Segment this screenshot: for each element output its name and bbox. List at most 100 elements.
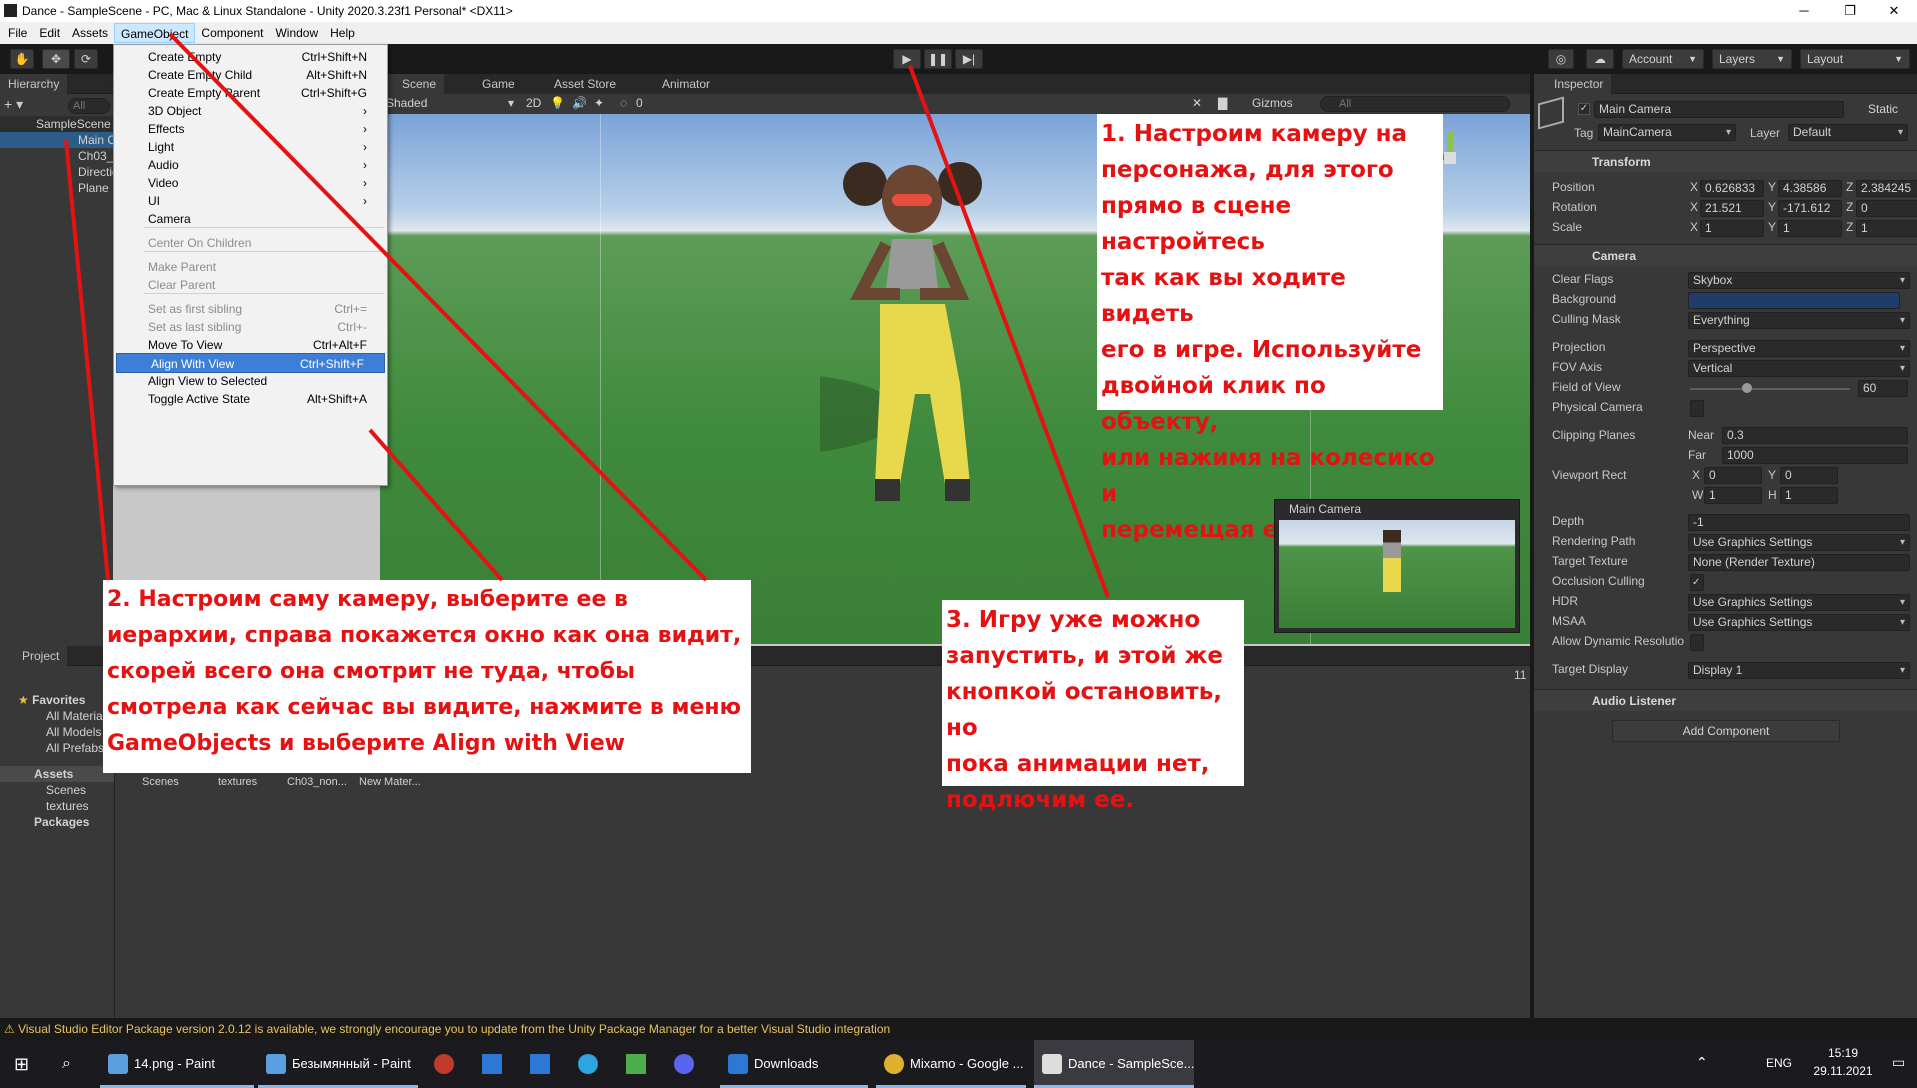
audio-icon[interactable]: 🔊 bbox=[572, 96, 587, 110]
language-indicator[interactable]: ENG bbox=[1766, 1056, 1792, 1070]
menu-item-move-to-view[interactable]: Move To View Ctrl+Alt+F bbox=[114, 335, 387, 355]
hierarchy-item-plane[interactable]: Plane bbox=[0, 180, 113, 196]
add-component-button[interactable]: Add Component bbox=[1612, 720, 1840, 742]
taskbar-paint-1[interactable]: 14.png - Paint bbox=[100, 1040, 254, 1088]
transform-x-field[interactable]: 21.521 bbox=[1700, 200, 1764, 217]
transform-x-field[interactable]: 0.626833 bbox=[1700, 180, 1764, 197]
taskbar-downloads[interactable]: Downloads bbox=[720, 1040, 868, 1088]
tab-inspector[interactable]: Inspector bbox=[1534, 74, 1612, 94]
transform-z-field[interactable]: 0 bbox=[1856, 200, 1917, 217]
gizmos-dropdown[interactable]: Gizmos bbox=[1252, 96, 1293, 110]
viewport-x-field[interactable]: 0 bbox=[1704, 467, 1762, 484]
menu-item-light[interactable]: Light › bbox=[114, 137, 387, 157]
tray-chevron-icon[interactable]: ⌃ bbox=[1696, 1054, 1708, 1071]
tab-animator[interactable]: Animator bbox=[640, 74, 718, 94]
asset-item[interactable]: Ch03_non... bbox=[287, 776, 347, 788]
fov-slider-handle[interactable] bbox=[1742, 383, 1752, 393]
menu-item-audio[interactable]: Audio › bbox=[114, 155, 387, 175]
tab-project[interactable]: Project bbox=[0, 646, 68, 666]
asset-item[interactable]: Scenes bbox=[142, 776, 179, 788]
menu-item-align-view-to-selected[interactable]: Align View to Selected bbox=[114, 371, 387, 391]
shading-dropdown[interactable]: Shaded bbox=[386, 96, 427, 110]
menu-item-toggle-active-state[interactable]: Toggle Active State Alt+Shift+A bbox=[114, 389, 387, 409]
app-icon[interactable] bbox=[434, 1054, 454, 1074]
hidden-objects-icon[interactable]: ◌ bbox=[620, 96, 627, 110]
camera-header[interactable]: Camera bbox=[1534, 244, 1917, 266]
camera-prop-field[interactable] bbox=[1690, 634, 1704, 651]
menu-component[interactable]: Component bbox=[195, 23, 269, 43]
camera-prop-field[interactable]: 60 bbox=[1858, 380, 1908, 397]
tools-icon[interactable]: ✕ bbox=[1192, 96, 1202, 110]
hierarchy-search-input[interactable]: All bbox=[68, 98, 110, 114]
rotate-tool-icon[interactable]: ⟳ bbox=[74, 49, 98, 69]
hierarchy-item-scene[interactable]: SampleScene bbox=[0, 116, 113, 132]
taskbar-paint-2[interactable]: Безымянный - Paint bbox=[258, 1040, 418, 1088]
effects-icon[interactable]: ✦ bbox=[594, 96, 604, 110]
far-field[interactable]: 1000 bbox=[1722, 447, 1908, 464]
search-icon[interactable]: ⌕ bbox=[62, 1054, 82, 1074]
camera-prop-field[interactable]: Skybox bbox=[1688, 272, 1910, 289]
camera-icon[interactable]: ▇ bbox=[1218, 96, 1227, 110]
static-toggle[interactable]: Static bbox=[1868, 102, 1898, 116]
cloud-icon[interactable]: ☁ bbox=[1586, 49, 1614, 69]
hierarchy-item-light[interactable]: Directional Light bbox=[0, 164, 164, 180]
app-icon[interactable] bbox=[482, 1054, 502, 1074]
camera-prop-field[interactable]: Use Graphics Settings bbox=[1688, 614, 1910, 631]
fov-slider[interactable] bbox=[1690, 388, 1850, 390]
menu-gameobject[interactable]: GameObject bbox=[114, 23, 196, 43]
telegram-icon[interactable] bbox=[578, 1054, 598, 1074]
menu-item-effects[interactable]: Effects › bbox=[114, 119, 387, 139]
close-icon[interactable]: ✕ bbox=[1871, 0, 1917, 22]
step-button[interactable]: ▶| bbox=[955, 49, 983, 69]
transform-y-field[interactable]: 1 bbox=[1778, 220, 1842, 237]
move-tool-icon[interactable]: ✥ bbox=[42, 49, 70, 69]
viewport-w-field[interactable]: 1 bbox=[1704, 487, 1762, 504]
scene-search-input[interactable]: All bbox=[1320, 96, 1510, 112]
tree-item[interactable]: All Prefabs bbox=[0, 740, 114, 756]
add-icon[interactable]: + ▾ bbox=[4, 96, 34, 114]
hand-tool-icon[interactable]: ✋ bbox=[10, 49, 34, 69]
object-name-field[interactable]: Main Camera bbox=[1594, 101, 1844, 118]
tree-item[interactable]: Scenes bbox=[0, 782, 114, 798]
camera-prop-field[interactable]: None (Render Texture) bbox=[1688, 554, 1910, 571]
audio-listener-header[interactable]: Audio Listener bbox=[1534, 689, 1917, 711]
camera-prop-field[interactable]: -1 bbox=[1688, 514, 1910, 531]
menu-window[interactable]: Window bbox=[269, 23, 324, 43]
layers-dropdown[interactable]: Layers ▼ bbox=[1712, 49, 1792, 69]
menu-help[interactable]: Help bbox=[324, 23, 361, 43]
character-model[interactable] bbox=[820, 144, 1020, 514]
discord-icon[interactable] bbox=[674, 1054, 694, 1074]
notepad-icon[interactable] bbox=[626, 1054, 646, 1074]
camera-prop-field[interactable]: Vertical bbox=[1688, 360, 1910, 377]
camera-prop-field[interactable]: Use Graphics Settings bbox=[1688, 594, 1910, 611]
tree-packages[interactable]: Packages bbox=[0, 814, 114, 830]
menu-item-create-empty-child[interactable]: Create Empty Child Alt+Shift+N bbox=[114, 65, 387, 85]
windows-start-icon[interactable]: ⊞ bbox=[14, 1054, 34, 1074]
menu-item-create-empty[interactable]: Create Empty Ctrl+Shift+N bbox=[114, 47, 387, 67]
maximize-icon[interactable]: ❐ bbox=[1827, 0, 1873, 22]
transform-z-field[interactable]: 1 bbox=[1856, 220, 1917, 237]
minimize-icon[interactable]: ─ bbox=[1781, 0, 1827, 22]
tree-item[interactable]: All Models bbox=[0, 724, 114, 740]
asset-item[interactable]: New Mater... bbox=[359, 776, 421, 788]
tab-hierarchy[interactable]: Hierarchy bbox=[0, 74, 68, 94]
active-checkbox[interactable]: ✓ bbox=[1578, 103, 1590, 115]
viewport-y-field[interactable]: 0 bbox=[1780, 467, 1838, 484]
calculator-icon[interactable] bbox=[530, 1054, 550, 1074]
tag-dropdown[interactable]: MainCamera bbox=[1598, 124, 1736, 141]
tree-item[interactable]: textures bbox=[0, 798, 114, 814]
tree-assets[interactable]: Assets bbox=[0, 766, 114, 782]
taskbar-unity[interactable]: Dance - SampleSce... bbox=[1034, 1040, 1194, 1088]
transform-z-field[interactable]: 2.384245 bbox=[1856, 180, 1917, 197]
notifications-icon[interactable]: ▭ bbox=[1892, 1054, 1905, 1071]
pause-button[interactable]: ❚❚ bbox=[924, 49, 952, 69]
asset-item[interactable]: textures bbox=[218, 776, 257, 788]
mode-2d-button[interactable]: 2D bbox=[510, 96, 541, 110]
viewport-h-field[interactable]: 1 bbox=[1780, 487, 1838, 504]
tab-scene[interactable]: Scene bbox=[380, 74, 445, 94]
tree-item[interactable]: All Materials bbox=[0, 708, 114, 724]
transform-x-field[interactable]: 1 bbox=[1700, 220, 1764, 237]
tab-game[interactable]: Game bbox=[460, 74, 523, 94]
transform-y-field[interactable]: -171.612 bbox=[1778, 200, 1842, 217]
camera-prop-field[interactable] bbox=[1690, 400, 1704, 417]
